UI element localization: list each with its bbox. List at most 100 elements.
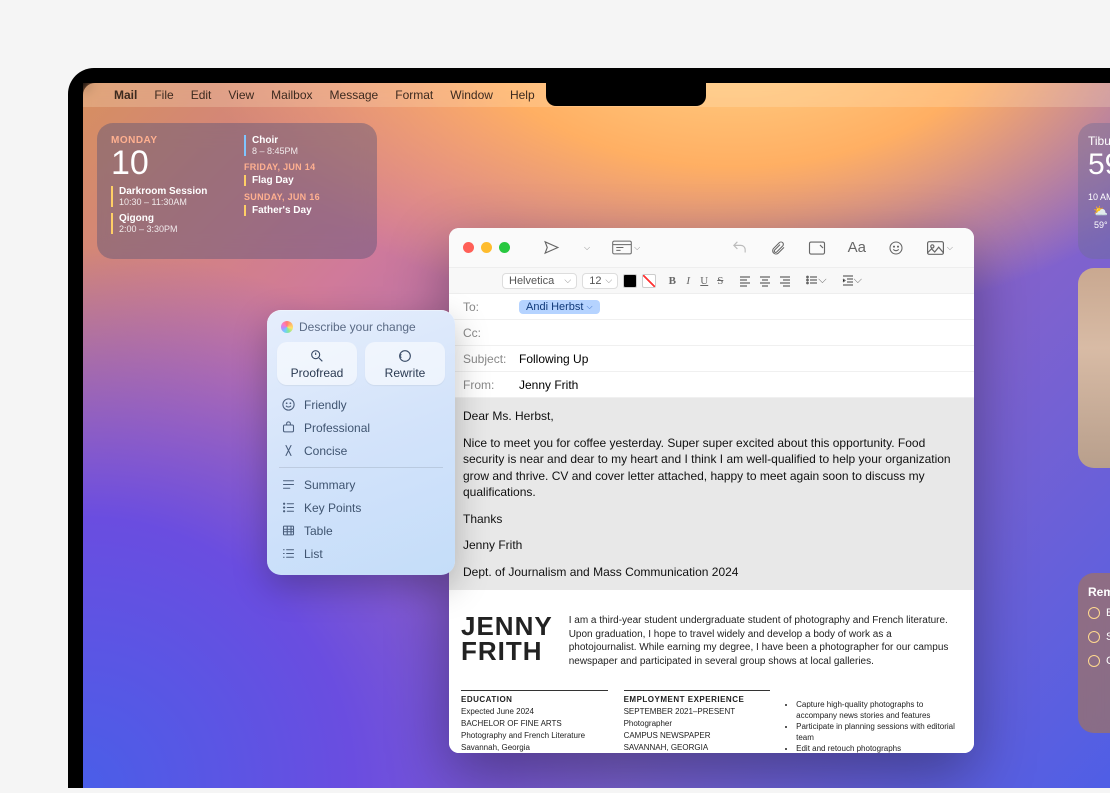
align-right-button[interactable]	[776, 274, 794, 286]
describe-change-field[interactable]: Describe your change	[277, 320, 445, 334]
bg-color-swatch[interactable]	[642, 274, 656, 288]
chevron-down-icon[interactable]: ⌵	[586, 302, 592, 312]
body-greeting: Dear Ms. Herbst,	[463, 408, 960, 425]
tone-friendly[interactable]: Friendly	[277, 393, 445, 416]
italic-button[interactable]: I	[681, 275, 695, 287]
window-controls	[463, 242, 510, 253]
reminder-item[interactable]: Scholarshi	[1088, 631, 1110, 643]
compose-headers: To: Andi Herbst⌵ Cc: Subject: Following …	[449, 294, 974, 398]
notch	[546, 83, 706, 106]
transform-list[interactable]: List	[277, 542, 445, 565]
calendar-day-number: 10	[111, 146, 226, 180]
calendar-event: Father's Day	[244, 205, 363, 216]
header-fields-button[interactable]: ⌵	[605, 240, 647, 255]
to-field-row: To: Andi Herbst⌵	[449, 294, 974, 320]
calendar-day-header: SUNDAY, JUN 16	[244, 192, 363, 202]
size-select[interactable]: 12	[582, 273, 618, 289]
desktop: Mail File Edit View Mailbox Message Form…	[83, 83, 1110, 788]
emoji-button[interactable]	[881, 240, 911, 256]
markup-button[interactable]	[801, 240, 833, 256]
compose-toolbar: ⌵ ⌵ Aa ⌵	[449, 228, 974, 268]
reminder-item[interactable]: Buy film (12	[1088, 607, 1110, 619]
send-menu[interactable]: ⌵	[575, 243, 597, 253]
photo-browser-button[interactable]: ⌵	[919, 240, 960, 256]
attach-button[interactable]	[763, 240, 793, 256]
proofread-button[interactable]: Proofread	[277, 342, 357, 385]
message-body[interactable]: Dear Ms. Herbst, Nice to meet you for co…	[449, 398, 974, 590]
from-field-row: From: Jenny Frith	[449, 372, 974, 398]
close-button[interactable]	[463, 242, 474, 253]
reply-button[interactable]	[724, 239, 755, 256]
calendar-event: Qigong 2:00 – 3:30PM	[111, 213, 226, 234]
format-bar: Helvetica 12 B I U S	[449, 268, 974, 294]
list-button[interactable]: ⌵	[803, 274, 829, 287]
partly-cloudy-icon: ⛅	[1088, 204, 1110, 218]
menu-mailbox[interactable]: Mailbox	[271, 88, 312, 102]
weather-temp: 59°	[1088, 148, 1110, 182]
menubar-app-name[interactable]: Mail	[114, 88, 137, 102]
text-color-swatch[interactable]	[623, 274, 637, 288]
calendar-event: Choir 8 – 8:45PM	[244, 135, 363, 156]
subject-label: Subject:	[463, 352, 519, 366]
tone-concise[interactable]: Concise	[277, 439, 445, 462]
strike-button[interactable]: S	[713, 275, 727, 287]
zoom-button[interactable]	[499, 242, 510, 253]
menu-window[interactable]: Window	[450, 88, 493, 102]
apple-intelligence-icon	[281, 321, 293, 333]
resume-bullets: Capture high-quality photographs to acco…	[786, 690, 962, 753]
font-select[interactable]: Helvetica	[502, 273, 577, 289]
compose-window: ⌵ ⌵ Aa ⌵	[449, 228, 974, 753]
weather-hour: 10 AM ⛅ 59°	[1088, 192, 1110, 230]
resume-intro: I am a third-year student undergraduate …	[569, 614, 962, 668]
format-button[interactable]: Aa	[841, 239, 873, 256]
resume-education: EDUCATION Expected June 2024 BACHELOR OF…	[461, 690, 608, 753]
weather-city: Tiburon	[1088, 134, 1110, 148]
tone-professional[interactable]: Professional	[277, 416, 445, 439]
underline-button[interactable]: U	[697, 275, 711, 287]
transform-table[interactable]: Table	[277, 519, 445, 542]
menu-help[interactable]: Help	[510, 88, 535, 102]
radio-icon[interactable]	[1088, 631, 1100, 643]
menu-message[interactable]: Message	[330, 88, 379, 102]
photos-widget[interactable]	[1078, 268, 1110, 468]
attachment-preview[interactable]: JENNY FRITH I am a third-year student un…	[449, 596, 974, 753]
align-center-button[interactable]	[756, 274, 774, 286]
calendar-event: Flag Day	[244, 175, 363, 186]
send-button[interactable]	[536, 239, 567, 256]
calendar-event: Darkroom Session 10:30 – 11:30AM	[111, 186, 226, 207]
subject-field-row: Subject: Following Up	[449, 346, 974, 372]
reminder-item[interactable]: Call Domin	[1088, 655, 1110, 667]
bold-button[interactable]: B	[665, 275, 679, 287]
transform-summary[interactable]: Summary	[277, 473, 445, 496]
from-value[interactable]: Jenny Frith	[519, 378, 578, 392]
calendar-day-header: FRIDAY, JUN 14	[244, 162, 363, 172]
align-left-button[interactable]	[736, 274, 754, 286]
reminders-title: Reminders	[1088, 585, 1110, 599]
recipient-token[interactable]: Andi Herbst⌵	[519, 300, 600, 314]
minimize-button[interactable]	[481, 242, 492, 253]
subject-input[interactable]: Following Up	[519, 352, 588, 366]
menu-edit[interactable]: Edit	[191, 88, 212, 102]
calendar-widget[interactable]: MONDAY 10 Darkroom Session 10:30 – 11:30…	[97, 123, 377, 259]
to-label: To:	[463, 300, 519, 314]
resume-employment: EMPLOYMENT EXPERIENCE SEPTEMBER 2021–PRE…	[624, 690, 771, 753]
indent-button[interactable]: ⌵	[839, 274, 865, 287]
body-paragraph: Nice to meet you for coffee yesterday. S…	[463, 435, 960, 501]
signature-line: Dept. of Journalism and Mass Communicati…	[463, 564, 960, 581]
cc-field-row: Cc:	[449, 320, 974, 346]
menu-view[interactable]: View	[228, 88, 254, 102]
menu-file[interactable]: File	[154, 88, 173, 102]
radio-icon[interactable]	[1088, 607, 1100, 619]
laptop-frame: Mail File Edit View Mailbox Message Form…	[68, 68, 1110, 788]
menu-format[interactable]: Format	[395, 88, 433, 102]
signature-line: Jenny Frith	[463, 537, 960, 554]
radio-icon[interactable]	[1088, 655, 1100, 667]
body-thanks: Thanks	[463, 511, 960, 528]
weather-widget[interactable]: Tiburon 59° 10 AM ⛅ 59° 11 AM ⛅ 62°	[1078, 123, 1110, 259]
transform-keypoints[interactable]: Key Points	[277, 496, 445, 519]
rewrite-button[interactable]: Rewrite	[365, 342, 445, 385]
resume-name: JENNY FRITH	[461, 614, 553, 668]
cc-label: Cc:	[463, 326, 519, 340]
reminders-widget[interactable]: Reminders Buy film (12 Scholarshi Call D…	[1078, 573, 1110, 733]
from-label: From:	[463, 378, 519, 392]
